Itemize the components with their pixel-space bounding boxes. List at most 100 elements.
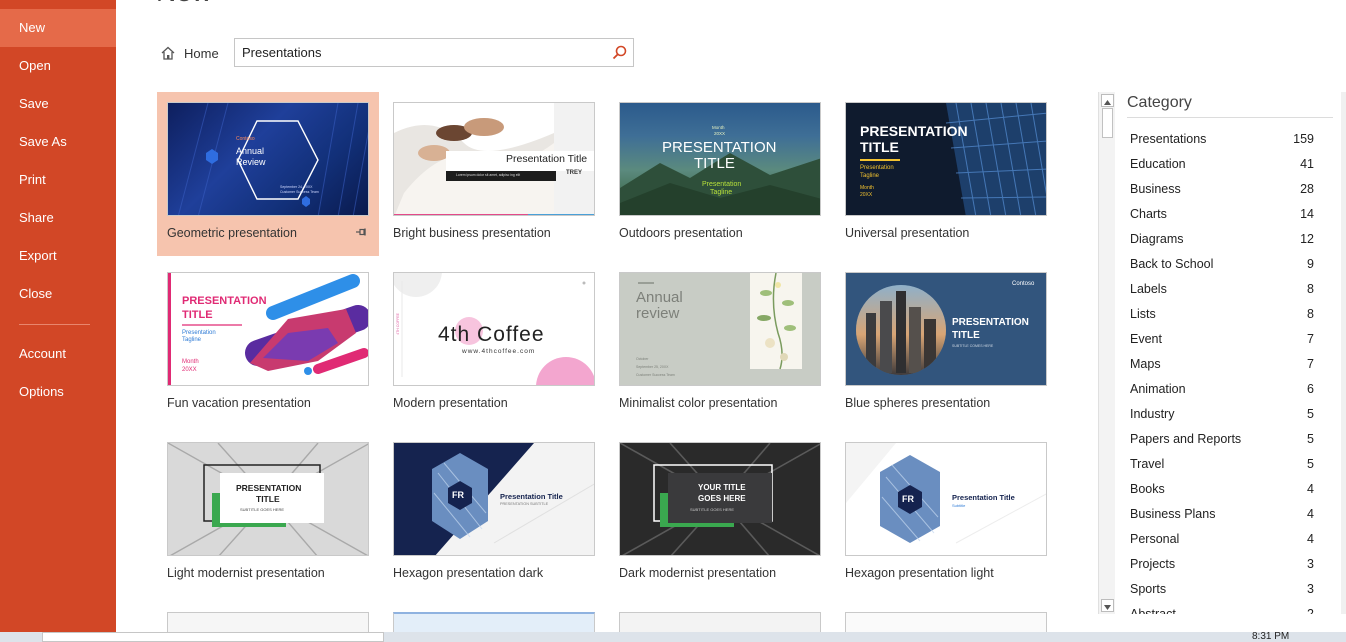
category-item[interactable]: Abstract 2 [1127,603,1317,614]
thumb-title-line2: Review [236,157,266,167]
sidebar-item-close[interactable]: Close [0,275,116,313]
template-thumbnail: 4th Coffee www.4thcoffee.com 4TH COFFEE [393,272,595,386]
category-count: 2 [1307,607,1314,614]
template-search-input[interactable] [235,39,605,66]
category-name: Animation [1130,382,1186,396]
thumb-brand: Contoso [1012,281,1035,287]
template-universal[interactable]: PRESENTATION TITLE Presentation Tagline … [835,92,1057,256]
thumb-sub-3: Customer Success Team [636,373,675,377]
category-item[interactable]: Sports 3 [1127,578,1317,603]
category-name: Business [1130,182,1181,196]
thumb-title-line2: TITLE [256,494,280,504]
category-item[interactable]: Presentations 159 [1127,128,1317,153]
template-thumbnail-partial[interactable] [167,612,369,632]
template-blue-spheres[interactable]: PRESENTATION TITLE SUBTITLE COMES HERE C… [835,262,1057,426]
template-geometric[interactable]: Contoso Annual Review September 24, 20XX… [157,92,379,256]
category-item[interactable]: Projects 3 [1127,553,1317,578]
category-name: Books [1130,482,1165,496]
thumb-subtitle-1: September 24, 20XX [280,185,313,189]
thumb-tagline-2: Tagline [710,189,733,196]
sidebar-item-account[interactable]: Account [0,335,116,373]
thumb-brand: Contoso [236,136,255,142]
sidebar-item-save-as[interactable]: Save As [0,123,116,161]
template-label: Blue spheres presentation [845,396,991,410]
category-item[interactable]: Event 7 [1127,328,1317,353]
template-thumbnail-partial[interactable] [845,612,1047,632]
thumb-title-line2: TITLE [860,139,899,155]
category-count: 3 [1307,557,1314,571]
template-thumbnail-partial[interactable] [393,612,595,632]
thumb-title: Presentation Title [500,492,563,501]
category-count: 5 [1307,432,1314,446]
thumb-year: 20XX [182,367,197,373]
template-thumbnail: YOUR TITLE GOES HERE SUBTITLE GOES HERE [619,442,821,556]
category-count: 6 [1307,382,1314,396]
thumb-title: Presentation Title [506,153,588,165]
category-item[interactable]: Charts 14 [1127,203,1317,228]
category-item[interactable]: Papers and Reports 5 [1127,428,1317,453]
template-dark-modernist[interactable]: YOUR TITLE GOES HERE SUBTITLE GOES HERE … [609,432,831,596]
thumb-subtitle-2: Customer Success Team [280,190,319,194]
category-item[interactable]: Labels 8 [1127,278,1317,303]
taskbar-search-box[interactable] [42,632,384,642]
scroll-up-arrow[interactable] [1101,94,1114,107]
thumb-title-line1: PRESENTATION [662,139,777,156]
thumb-sub-2: September 25, 20XX [636,365,669,369]
thumb-title-line1: Annual [636,289,683,306]
category-item[interactable]: Books 4 [1127,478,1317,503]
sidebar-item-open[interactable]: Open [0,47,116,85]
template-thumbnail: FR Presentation Title PRESENTATION SUBTI… [393,442,595,556]
thumb-title-line1: PRESENTATION [952,317,1029,328]
sidebar-divider [19,324,90,325]
sidebar-item-options[interactable]: Options [0,373,116,411]
thumb-month: Month [712,125,725,130]
category-item[interactable]: Business Plans 4 [1127,503,1317,528]
sidebar-item-new[interactable]: New [0,9,116,47]
thumb-subtitle: SUBTITLE GOES HERE [690,507,735,512]
template-thumbnail: Month 20XX PRESENTATION TITLE Presentati… [619,102,821,216]
template-modern[interactable]: 4th Coffee www.4thcoffee.com 4TH COFFEE … [383,262,605,426]
category-name: Presentations [1130,132,1207,146]
category-name: Travel [1130,457,1165,471]
template-thumbnail-partial[interactable] [619,612,821,632]
home-link[interactable]: Home [160,44,219,62]
category-scrollbar[interactable] [1098,92,1115,614]
template-hexagon-light[interactable]: FR Presentation Title Subtitle Hexagon p… [835,432,1057,596]
category-item[interactable]: Animation 6 [1127,378,1317,403]
template-fun-vacation[interactable]: PRESENTATION TITLE Presentation Tagline … [157,262,379,426]
category-item[interactable]: Diagrams 12 [1127,228,1317,253]
category-item[interactable]: Maps 7 [1127,353,1317,378]
taskbar-clock: 8:31 PM [1252,632,1290,642]
thumb-subtitle: SUBTITLE GOES HERE [240,507,285,512]
thumb-tagline-1: Presentation [702,181,742,188]
sidebar-item-print[interactable]: Print [0,161,116,199]
category-count: 4 [1307,482,1314,496]
scroll-thumb[interactable] [1102,108,1113,138]
category-name: Lists [1130,307,1156,321]
template-light-modernist[interactable]: PRESENTATION TITLE SUBTITLE GOES HERE Li… [157,432,379,596]
category-item[interactable]: Back to School 9 [1127,253,1317,278]
template-label: Fun vacation presentation [167,396,311,410]
template-bright-business[interactable]: Presentation Title Lorem ipsum dolor sit… [383,92,605,256]
category-item[interactable]: Business 28 [1127,178,1317,203]
sidebar-item-share[interactable]: Share [0,199,116,237]
category-item[interactable]: Industry 5 [1127,403,1317,428]
template-hexagon-dark[interactable]: FR Presentation Title PRESENTATION SUBTI… [383,432,605,596]
template-minimalist-color[interactable]: Annual review October September 25, 20XX… [609,262,831,426]
category-item[interactable]: Education 41 [1127,153,1317,178]
outer-scrollbar[interactable] [1341,92,1346,614]
search-icon[interactable] [611,44,628,61]
category-name: Personal [1130,532,1180,546]
category-item[interactable]: Personal 4 [1127,528,1317,553]
hexagon-art [394,443,594,555]
category-item[interactable]: Travel 5 [1127,453,1317,478]
category-item[interactable]: Lists 8 [1127,303,1317,328]
scroll-down-arrow[interactable] [1101,599,1114,612]
template-outdoors[interactable]: Month 20XX PRESENTATION TITLE Presentati… [609,92,831,256]
thumb-tagline-2: Tagline [182,337,202,343]
pin-icon[interactable] [355,226,367,238]
category-count: 4 [1307,507,1314,521]
category-count: 41 [1300,157,1314,171]
sidebar-item-export[interactable]: Export [0,237,116,275]
sidebar-item-save[interactable]: Save [0,85,116,123]
